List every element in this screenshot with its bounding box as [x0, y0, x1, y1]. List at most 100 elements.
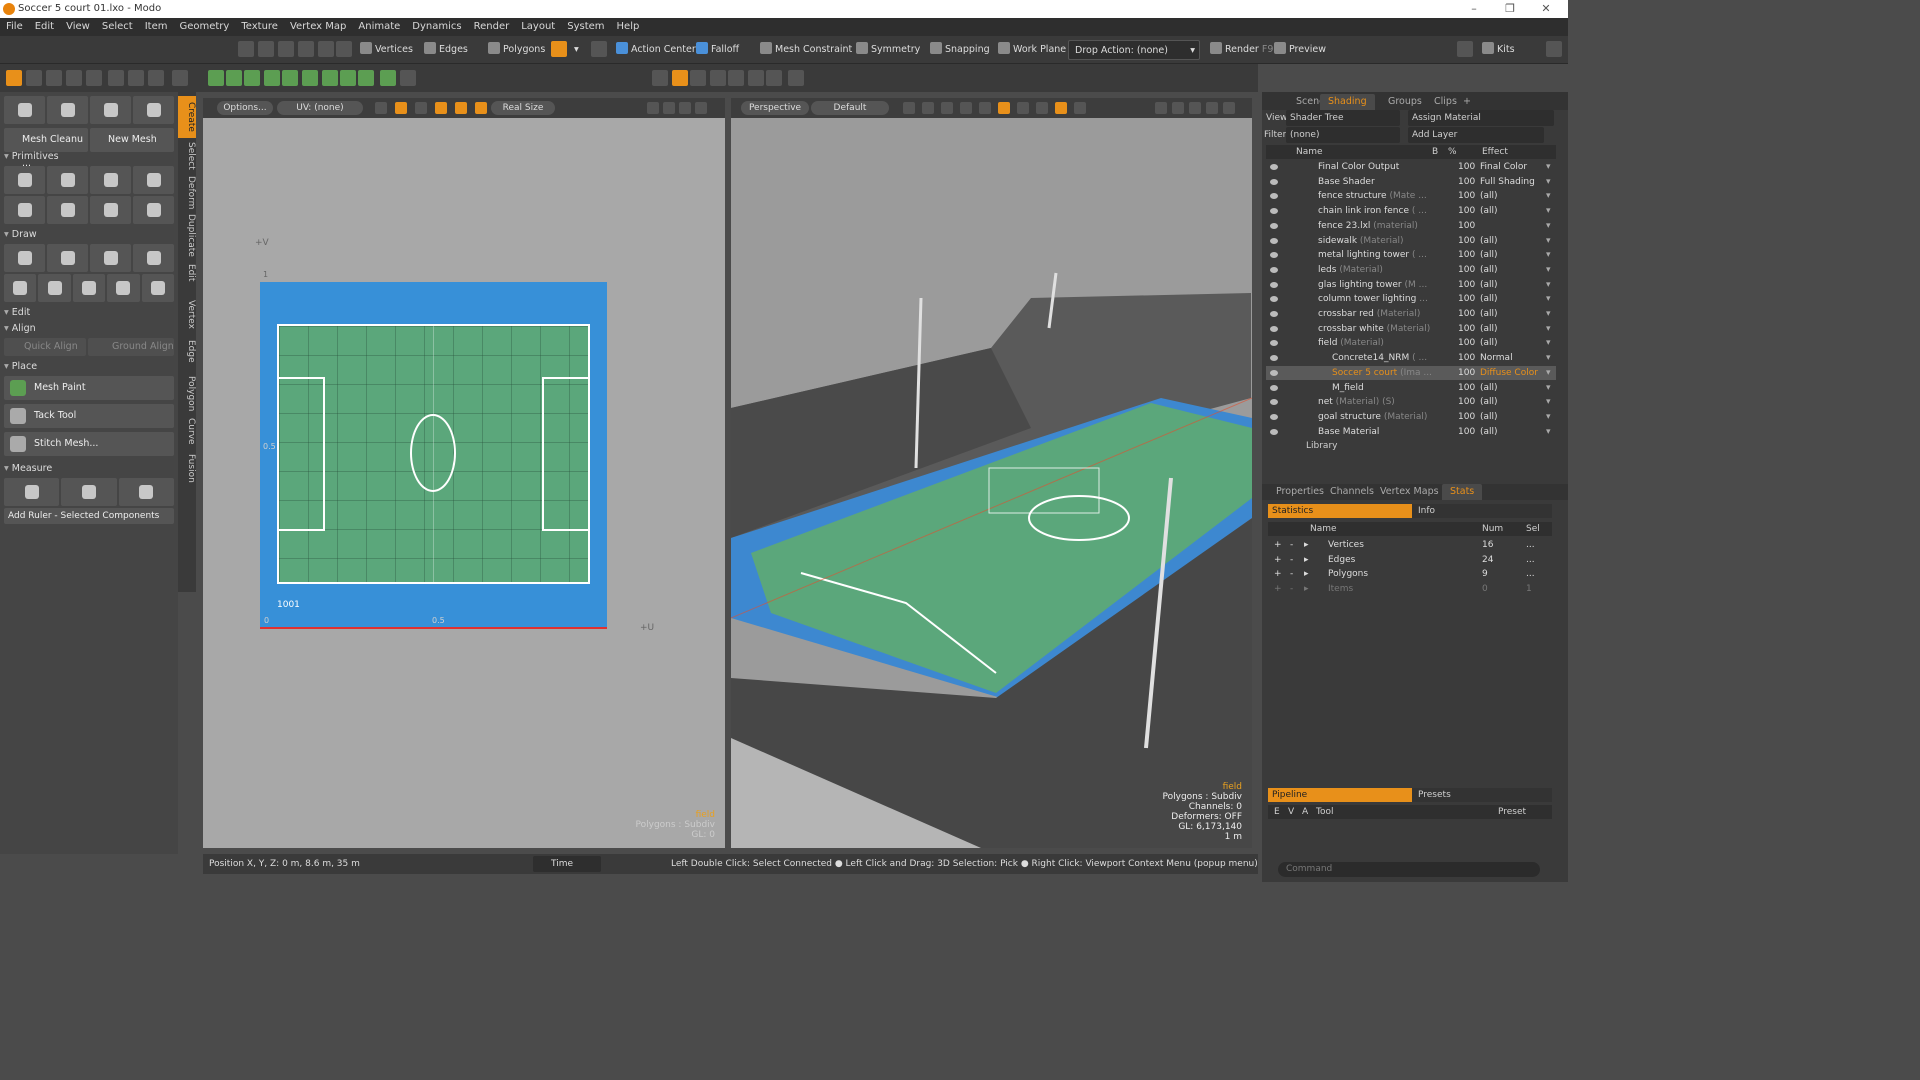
chevron-down-icon[interactable]: ▾: [1546, 322, 1551, 337]
tab-shading[interactable]: Shading: [1320, 94, 1375, 110]
component-mode-icon[interactable]: [551, 41, 567, 57]
chevron-down-icon[interactable]: ▾: [1546, 175, 1551, 190]
shader-row[interactable]: Soccer 5 court (Ima ... 100 Diffuse Color ▾: [1266, 365, 1556, 381]
stats-row[interactable]: + - ▸ Vertices 16...: [1268, 538, 1552, 553]
plus-icon[interactable]: +: [1274, 567, 1282, 582]
shader-row[interactable]: Base Shader 100 Full Shading ▾: [1266, 175, 1556, 190]
bevel-tool-icon[interactable]: [90, 96, 131, 124]
add-layer-dropdown[interactable]: Add Layer: [1408, 127, 1544, 143]
mode-dropdown-icon[interactable]: ▾: [568, 40, 585, 60]
material-mode-icon[interactable]: [336, 41, 352, 57]
menu-render[interactable]: Render: [468, 18, 516, 36]
shader-row-effect[interactable]: (all): [1480, 278, 1498, 293]
perspective-dropdown[interactable]: Perspective: [741, 101, 809, 115]
chevron-down-icon[interactable]: ▾: [1546, 381, 1551, 396]
cube-view-icon[interactable]: [652, 70, 668, 86]
add-view-icon[interactable]: [788, 70, 804, 86]
visibility-icon[interactable]: [1270, 413, 1278, 420]
item-mode-icon[interactable]: [318, 41, 334, 57]
shader-row[interactable]: Base Material 100 (all) ▾: [1266, 425, 1556, 440]
shader-row-effect[interactable]: Diffuse Color: [1480, 366, 1538, 381]
tack-tool-button[interactable]: Tack Tool: [4, 404, 174, 428]
spline-icon[interactable]: [38, 274, 71, 302]
plane-icon[interactable]: [47, 244, 88, 272]
shader-row-effect[interactable]: (all): [1480, 292, 1498, 307]
shaded-view-icon[interactable]: [672, 70, 688, 86]
instance-icon[interactable]: [302, 70, 318, 86]
tab-vertex-maps[interactable]: Vertex Maps: [1372, 484, 1447, 500]
menu-dynamics[interactable]: Dynamics: [406, 18, 467, 36]
select-through-icon[interactable]: [258, 41, 274, 57]
curve-icon[interactable]: [4, 274, 37, 302]
tab-edit[interactable]: Edit: [178, 260, 196, 284]
library-item[interactable]: Library: [1306, 441, 1337, 451]
expand-icon[interactable]: ▸: [1304, 553, 1309, 568]
info-tab[interactable]: Info: [1412, 504, 1552, 518]
stats-row[interactable]: + - ▸ Polygons 9...: [1268, 567, 1552, 582]
tab-groups[interactable]: Groups: [1380, 94, 1430, 110]
lights-icon[interactable]: [979, 102, 991, 114]
chevron-down-icon[interactable]: ▾: [1546, 248, 1551, 263]
tab-create[interactable]: Create: [178, 96, 196, 138]
layers-icon[interactable]: [282, 70, 298, 86]
preview-view-icon[interactable]: [766, 70, 782, 86]
uv-checker-icon[interactable]: [415, 102, 427, 114]
shader-row-effect[interactable]: (all): [1480, 189, 1498, 204]
quick-align-button[interactable]: Quick Align: [4, 338, 86, 356]
minus-icon[interactable]: -: [1290, 538, 1293, 553]
chevron-down-icon[interactable]: ▾: [1546, 425, 1551, 440]
uv-map-dropdown[interactable]: UV: (none): [277, 101, 363, 115]
mesh-paint-button[interactable]: Mesh Paint: [4, 376, 174, 400]
menu-vertex-map[interactable]: Vertex Map: [284, 18, 352, 36]
shader-row-effect[interactable]: Normal: [1480, 351, 1513, 366]
ground-align-button[interactable]: Ground Align: [88, 338, 174, 356]
paint-icon[interactable]: [66, 70, 82, 86]
shader-row[interactable]: crossbar white (Material) 100 (all) ▾: [1266, 322, 1556, 337]
shader-row-effect[interactable]: (all): [1480, 381, 1498, 396]
filter-dropdown[interactable]: (none): [1286, 127, 1400, 143]
new-mesh-button[interactable]: New Mesh: [90, 128, 174, 152]
cone-icon[interactable]: [133, 166, 174, 194]
vertices-mode-button[interactable]: Vertices: [354, 40, 419, 60]
minus-icon[interactable]: -: [1290, 553, 1293, 568]
tab-duplicate[interactable]: Duplicate: [178, 210, 196, 260]
chevron-down-icon[interactable]: ▾: [1546, 160, 1551, 175]
time-button[interactable]: Time: [533, 856, 601, 872]
tab-stats[interactable]: Stats: [1442, 484, 1483, 500]
ruler-icon[interactable]: [46, 70, 62, 86]
polygons-mode-button[interactable]: Polygons: [482, 40, 551, 60]
uv-viewport[interactable]: Options... UV: (none) Real Size +V +U 1 …: [203, 98, 725, 848]
plus-icon[interactable]: +: [1274, 582, 1282, 597]
presets-tab[interactable]: Presets: [1412, 788, 1552, 802]
pan-icon[interactable]: [647, 102, 659, 114]
fit-icon[interactable]: [679, 102, 691, 114]
shader-row[interactable]: crossbar red (Material) 100 (all) ▾: [1266, 307, 1556, 322]
tab-select[interactable]: Select: [178, 138, 196, 172]
transparency-icon[interactable]: [1074, 102, 1086, 114]
shader-row-effect[interactable]: (all): [1480, 322, 1498, 337]
ao-icon[interactable]: [1036, 102, 1048, 114]
text-icon[interactable]: [133, 196, 174, 224]
minimize-icon[interactable]: –: [1456, 0, 1492, 18]
shader-row[interactable]: sidewalk (Material) 100 (all) ▾: [1266, 234, 1556, 249]
shadow-icon[interactable]: [1017, 102, 1029, 114]
shader-row[interactable]: field (Material) 100 (all) ▾: [1266, 336, 1556, 351]
visibility-icon[interactable]: [1270, 237, 1278, 244]
shader-row[interactable]: fence structure (Mate ... 100 (all) ▾: [1266, 189, 1556, 204]
uv-seam-icon[interactable]: [455, 102, 467, 114]
chevron-down-icon[interactable]: ▾: [1546, 219, 1551, 234]
tab-edge[interactable]: Edge: [178, 336, 196, 366]
menu-select[interactable]: Select: [96, 18, 139, 36]
visibility-icon[interactable]: [1270, 355, 1278, 362]
spiral-icon[interactable]: [107, 274, 140, 302]
pan-3d-icon[interactable]: [1155, 102, 1167, 114]
menu-help[interactable]: Help: [611, 18, 646, 36]
shader-row[interactable]: M_field 100 (all) ▾: [1266, 381, 1556, 396]
chevron-down-icon[interactable]: ▾: [1546, 351, 1551, 366]
add-ruler-button[interactable]: Add Ruler - Selected Components: [4, 508, 174, 524]
visibility-icon[interactable]: [1270, 296, 1278, 303]
shader-row[interactable]: net (Material) (S) 100 (all) ▾: [1266, 395, 1556, 410]
rotate-3d-icon[interactable]: [1172, 102, 1184, 114]
auto-select-icon[interactable]: [591, 41, 607, 57]
drop-action-dropdown[interactable]: Drop Action: (none) ▾: [1068, 40, 1200, 60]
